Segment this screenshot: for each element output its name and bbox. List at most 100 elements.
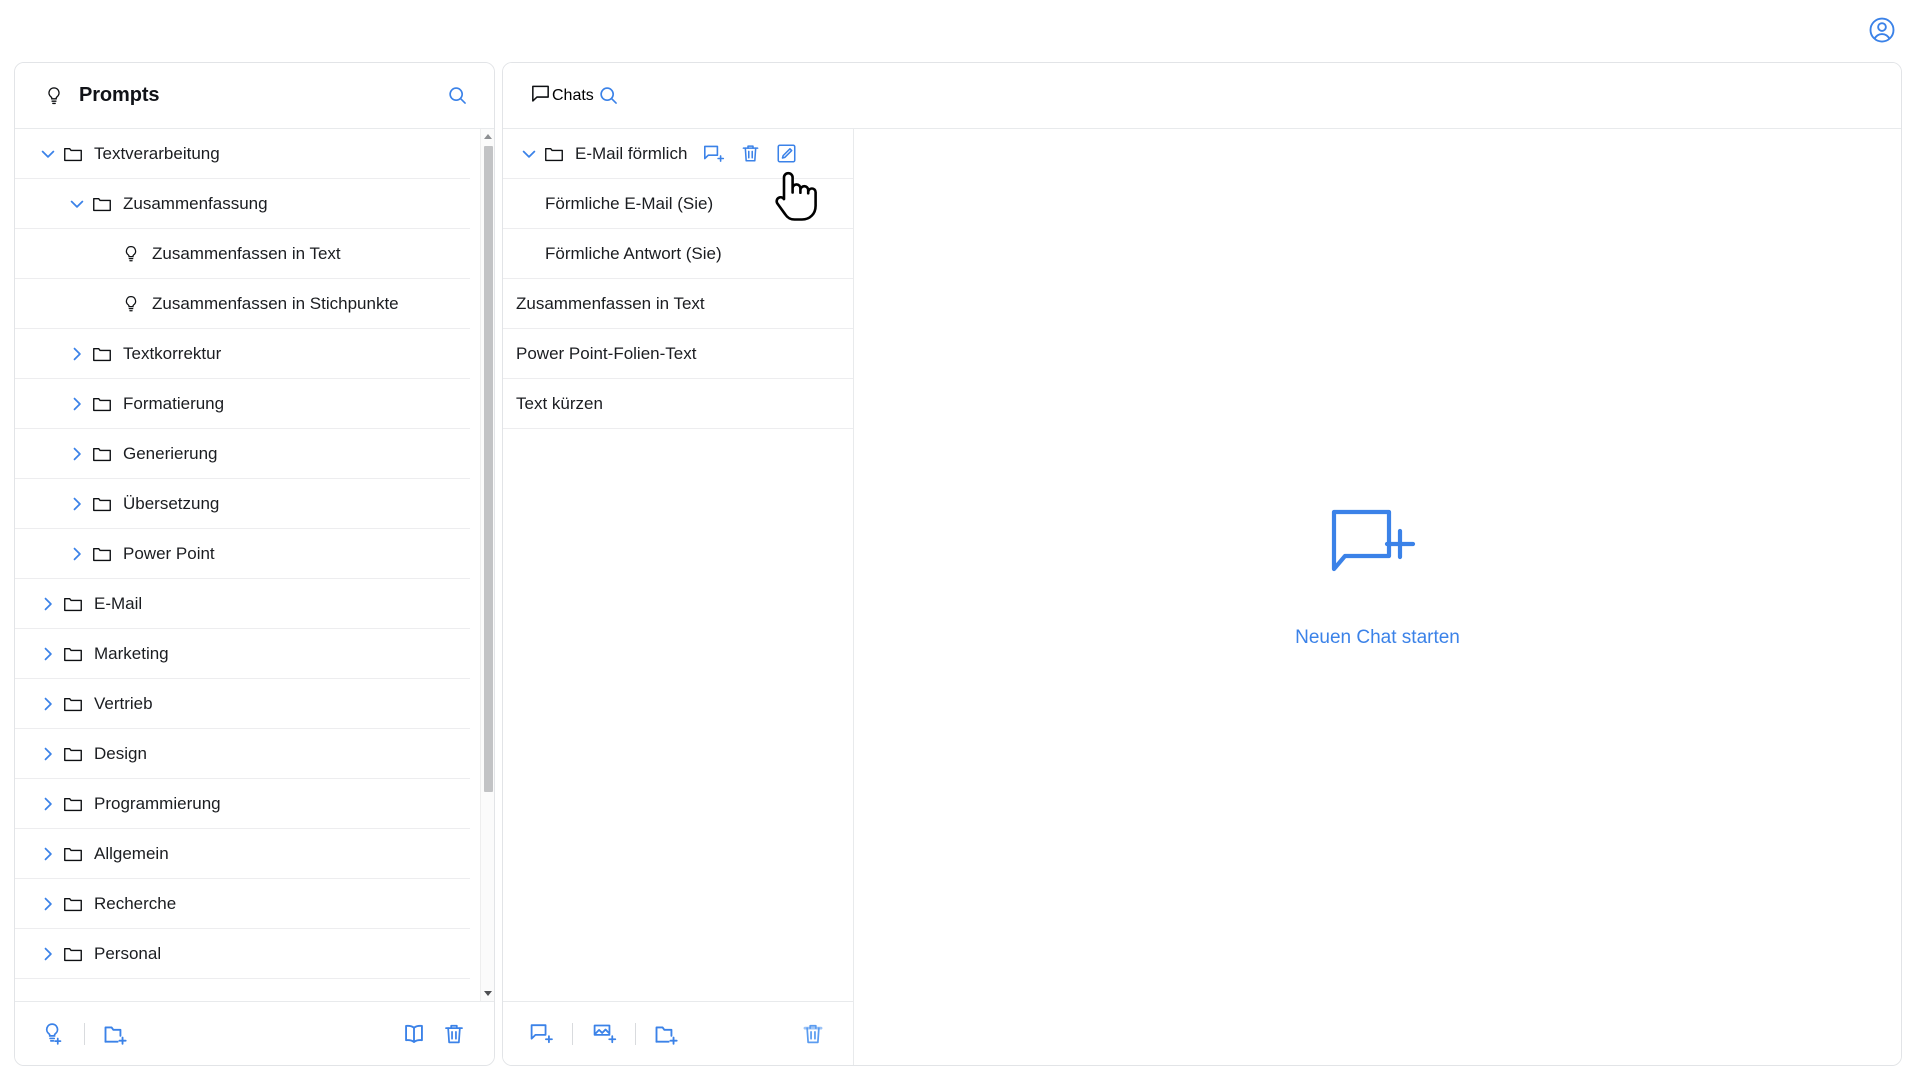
folder-icon [61,792,85,816]
chats-title: Chats [552,86,594,104]
prompt-library-button[interactable] [394,1014,434,1054]
chat-row-label: Förmliche E-Mail (Sie) [545,193,714,213]
prompts-tree: Textverarbeitung Zusammenfassung Zusammenf… [15,129,470,979]
prompt-row-label: Marketing [94,643,169,663]
chat-list-column: E-Mail förmlich Förmliche E-Mail (Sie) För… [503,63,854,1065]
prompts-tree-scroll-area[interactable]: Textverarbeitung Zusammenfassung Zusammenf… [15,129,494,1001]
prompt-folder-row[interactable]: Textverarbeitung [15,129,470,179]
chat-row[interactable]: Zusammenfassen in Text [503,279,853,329]
prompt-row-label: Vertrieb [94,693,153,713]
scroll-up-arrow-icon[interactable] [484,134,492,139]
prompt-folder-row[interactable]: Textkorrektur [15,329,470,379]
folder-icon [61,742,85,766]
prompt-row-label: Allgemein [94,843,169,863]
prompts-scrollbar[interactable] [480,129,494,1001]
folder-icon [90,192,114,216]
folder-icon [61,842,85,866]
chat-row-label: Power Point-Folien-Text [516,343,697,363]
add-prompt-button[interactable] [33,1014,73,1054]
toolbar-separator [635,1022,636,1045]
chat-row-label: Zusammenfassen in Text [516,293,705,313]
chevron-down-icon[interactable] [35,141,61,167]
prompt-row-label: Recherche [94,893,177,913]
prompt-folder-row[interactable]: Übersetzung [15,479,470,529]
folder-icon [90,392,114,416]
folder-icon [61,642,85,666]
prompts-footer-toolbar [15,1001,494,1065]
chevron-down-icon[interactable] [64,191,90,217]
prompt-folder-row[interactable]: Generierung [15,429,470,479]
chat-folder-row[interactable]: E-Mail förmlich [503,129,853,179]
start-new-chat-label: Neuen Chat starten [1295,626,1460,648]
new-chat-button[interactable] [521,1014,561,1054]
chevron-right-icon[interactable] [64,391,90,417]
chevron-right-icon[interactable] [35,941,61,967]
edit-icon[interactable] [773,141,799,167]
prompt-item-row[interactable]: Zusammenfassen in Stichpunkte [15,279,470,329]
prompt-row-label: Formatierung [123,393,225,413]
user-circle-icon[interactable] [1866,14,1898,46]
prompt-folder-row[interactable]: Marketing [15,629,470,679]
chevron-right-icon[interactable] [35,841,61,867]
chat-row[interactable]: Text kürzen [503,379,853,429]
trash-icon[interactable] [737,141,763,167]
chats-panel-header: Chats [503,63,1901,129]
prompt-folder-row[interactable]: Vertrieb [15,679,470,729]
chevron-right-icon[interactable] [64,541,90,567]
chevron-right-icon[interactable] [35,591,61,617]
chevron-right-icon[interactable] [64,441,90,467]
prompt-row-label: Design [94,743,147,763]
prompt-row-label: Zusammenfassen in Text [152,243,341,263]
chevron-right-icon[interactable] [35,691,61,717]
chat-row[interactable]: Förmliche Antwort (Sie) [503,229,853,279]
search-icon[interactable] [442,81,472,111]
delete-chat-button[interactable] [793,1014,833,1054]
prompt-folder-row[interactable]: Formatierung [15,379,470,429]
chevron-right-icon[interactable] [35,791,61,817]
chevron-right-icon[interactable] [64,341,90,367]
prompt-folder-row[interactable]: Programmierung [15,779,470,829]
chat-row[interactable]: Förmliche E-Mail (Sie) [503,179,853,229]
new-chat-folder-button[interactable] [647,1014,687,1054]
prompt-folder-row[interactable]: Design [15,729,470,779]
prompt-item-row[interactable]: Zusammenfassen in Text [15,229,470,279]
top-bar [0,0,1920,60]
folder-icon [542,142,566,166]
prompt-row-label: Programmierung [94,793,221,813]
search-icon[interactable] [594,81,624,111]
add-folder-button[interactable] [96,1014,136,1054]
folder-icon [61,892,85,916]
folder-icon [61,142,85,166]
chat-row-label: Text kürzen [516,393,603,413]
prompt-folder-row[interactable]: Power Point [15,529,470,579]
chevron-down-icon[interactable] [516,141,542,167]
chat-row[interactable]: Power Point-Folien-Text [503,329,853,379]
chat-row-label: Förmliche Antwort (Sie) [545,243,722,263]
prompt-folder-row[interactable]: Recherche [15,879,470,929]
scrollbar-thumb[interactable] [484,146,493,792]
prompts-panel: Prompts Textverarbeitung Zusammenfassung Z… [14,62,495,1066]
prompt-row-label: Personal [94,943,162,963]
chevron-right-icon[interactable] [64,491,90,517]
toolbar-separator [84,1022,85,1045]
chevron-right-icon[interactable] [35,741,61,767]
new-chat-icon[interactable] [701,141,727,167]
chevron-right-icon[interactable] [35,891,61,917]
new-image-chat-button[interactable] [584,1014,624,1054]
page-title: Prompts [79,84,160,106]
scroll-down-arrow-icon[interactable] [484,991,492,996]
lightbulb-icon [41,83,67,109]
prompt-folder-row[interactable]: Allgemein [15,829,470,879]
chat-plus-large-icon [1328,506,1428,601]
start-new-chat-area[interactable]: Neuen Chat starten [854,89,1901,1065]
chat-bubble-icon [529,82,552,110]
prompt-folder-row[interactable]: Personal [15,929,470,979]
prompts-panel-header: Prompts [15,63,494,129]
prompt-folder-row[interactable]: E-Mail [15,579,470,629]
prompt-row-label: Übersetzung [123,493,220,513]
prompt-row-label: Zusammenfassung [123,193,268,213]
prompt-folder-row[interactable]: Zusammenfassung [15,179,470,229]
chat-row-actions [701,141,799,167]
chevron-right-icon[interactable] [35,641,61,667]
delete-prompt-button[interactable] [434,1014,474,1054]
